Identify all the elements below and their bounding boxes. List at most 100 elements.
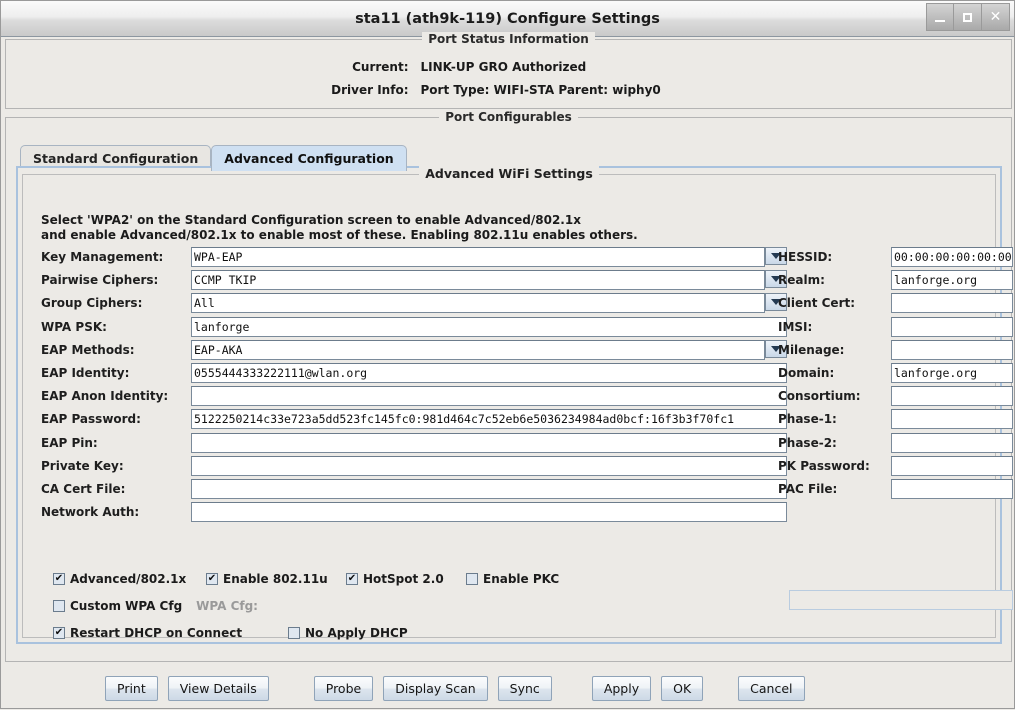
checkbox-enable-pkc[interactable]: Enable PKC xyxy=(466,572,559,586)
label-private-key: Private Key: xyxy=(41,458,124,473)
checkbox-box-enable-80211u[interactable] xyxy=(206,573,218,585)
view-details-button[interactable]: View Details xyxy=(167,676,269,701)
checkbox-advanced-8021x[interactable]: Advanced/802.1x xyxy=(53,572,206,586)
checkbox-box-no-apply-dhcp[interactable] xyxy=(288,627,300,639)
tab-standard-configuration-label: Standard Configuration xyxy=(33,151,199,166)
advanced-configuration-pane: Advanced WiFi Settings Select 'WPA2' on … xyxy=(16,166,1013,644)
checkbox-custom-wpa-cfg[interactable]: Custom WPA Cfg xyxy=(53,599,182,613)
minimize-button[interactable] xyxy=(926,3,954,31)
input-phase-2[interactable] xyxy=(891,432,1013,453)
label-key-management: Key Management: xyxy=(41,250,164,264)
label-eap-methods: EAP Methods: xyxy=(41,342,135,357)
input-realm[interactable]: lanforge.org xyxy=(891,270,1013,291)
advanced-wifi-settings-title-text: Advanced WiFi Settings xyxy=(419,166,599,181)
label-eap-password: EAP Password: xyxy=(41,412,141,427)
combo-value-pairwise-ciphers: CCMP TKIP xyxy=(191,270,765,291)
label-phase-1: Phase-1: xyxy=(778,412,837,427)
cancel-button[interactable]: Cancel xyxy=(738,676,805,701)
label-eap-anon-identity: EAP Anon Identity: xyxy=(41,389,169,404)
tab-advanced-configuration[interactable]: Advanced Configuration xyxy=(211,145,407,171)
driver-info-row: Driver Info: Port Type: WIFI-STA Parent:… xyxy=(6,83,1011,97)
input-pac-file[interactable] xyxy=(891,479,1013,499)
input-eap-password[interactable]: 5122250214c33e723a5dd523fc145fc0:981d464… xyxy=(191,409,787,430)
combo-group-ciphers[interactable]: All xyxy=(191,293,787,314)
label-hessid: HESSID: xyxy=(778,250,833,264)
port-configurables-panel: Port Configurables Standard Configuratio… xyxy=(5,110,1013,662)
label-ca-cert-file: CA Cert File: xyxy=(41,482,126,496)
checkbox-no-apply-dhcp[interactable]: No Apply DHCP xyxy=(288,626,408,640)
wpa-cfg-label: WPA Cfg: xyxy=(196,599,258,613)
checkbox-box-hotspot-20[interactable] xyxy=(346,573,358,585)
advanced-wifi-settings-title: Advanced WiFi Settings xyxy=(23,166,995,189)
instruction-note-line2: and enable Advanced/802.1x to enable mos… xyxy=(41,228,638,242)
window-controls: ✕ xyxy=(926,3,1010,31)
input-eap-identity[interactable]: 0555444333222111@wlan.org xyxy=(191,363,787,383)
display-scan-button[interactable]: Display Scan xyxy=(383,676,488,701)
label-pairwise-ciphers: Pairwise Ciphers: xyxy=(41,273,159,288)
label-group-ciphers: Group Ciphers: xyxy=(41,296,143,311)
checkbox-box-enable-pkc[interactable] xyxy=(466,573,478,585)
checkbox-label-advanced-8021x: Advanced/802.1x xyxy=(70,572,187,586)
apply-button[interactable]: Apply xyxy=(591,676,652,701)
tab-advanced-configuration-label: Advanced Configuration xyxy=(224,151,394,166)
port-configurables-title: Port Configurables xyxy=(6,110,1011,124)
configure-settings-window: sta11 (ath9k-119) Configure Settings ✕ P… xyxy=(0,0,1015,709)
label-phase-2: Phase-2: xyxy=(778,435,837,450)
label-milenage: Milenage: xyxy=(778,342,845,357)
maximize-button[interactable] xyxy=(954,3,982,31)
current-value: LINK-UP GRO Authorized xyxy=(420,60,587,74)
combo-pairwise-ciphers[interactable]: CCMP TKIP xyxy=(191,270,787,291)
instruction-note-line1: Select 'WPA2' on the Standard Configurat… xyxy=(41,213,581,227)
current-label: Current: xyxy=(352,60,409,74)
input-client-cert[interactable] xyxy=(891,293,1013,314)
input-pk-password[interactable] xyxy=(891,455,1013,476)
combo-value-eap-methods: EAP-AKA xyxy=(191,339,765,360)
input-network-auth[interactable] xyxy=(191,502,787,523)
advanced-wifi-settings-group: Advanced WiFi Settings Select 'WPA2' on … xyxy=(22,166,1013,640)
checkbox-box-custom-wpa-cfg[interactable] xyxy=(53,600,65,612)
input-eap-anon-identity[interactable] xyxy=(191,386,787,407)
checkbox-hotspot-20[interactable]: HotSpot 2.0 xyxy=(346,572,466,586)
input-imsi[interactable] xyxy=(891,316,1013,337)
checkbox-restart-dhcp-on-connect[interactable]: Restart DHCP on Connect xyxy=(53,626,288,640)
probe-button[interactable]: Probe xyxy=(313,676,374,701)
maximize-icon xyxy=(963,12,972,22)
combo-key-management[interactable]: WPA-EAP xyxy=(191,247,787,267)
close-button[interactable]: ✕ xyxy=(982,3,1010,31)
checkbox-enable-80211u[interactable]: Enable 802.11u xyxy=(206,572,346,586)
combo-eap-methods[interactable]: EAP-AKA xyxy=(191,339,787,360)
ok-button[interactable]: OK xyxy=(661,676,704,701)
input-consortium[interactable] xyxy=(891,386,1013,407)
input-phase-1[interactable] xyxy=(891,409,1013,430)
input-domain[interactable]: lanforge.org xyxy=(891,363,1013,383)
label-client-cert: Client Cert: xyxy=(778,296,856,311)
combo-value-group-ciphers: All xyxy=(191,293,765,314)
combo-value-key-management: WPA-EAP xyxy=(191,247,765,267)
port-status-panel: Port Status Information Current: LINK-UP… xyxy=(5,32,1012,109)
print-button[interactable]: Print xyxy=(105,676,158,701)
input-hessid[interactable]: 00:00:00:00:00:00 xyxy=(891,247,1013,267)
checkbox-label-custom-wpa-cfg: Custom WPA Cfg xyxy=(70,599,183,613)
port-configurables-title-text: Port Configurables xyxy=(439,110,578,124)
checkbox-label-hotspot-20: HotSpot 2.0 xyxy=(363,572,444,586)
input-ca-cert-file[interactable] xyxy=(191,479,787,499)
label-pk-password: PK Password: xyxy=(778,458,870,473)
checkbox-label-restart-dhcp-on-connect: Restart DHCP on Connect xyxy=(70,626,243,640)
checkbox-label-enable-80211u: Enable 802.11u xyxy=(223,572,328,586)
label-eap-pin: EAP Pin: xyxy=(41,435,98,450)
label-realm: Realm: xyxy=(778,273,825,288)
input-private-key[interactable] xyxy=(191,455,787,476)
checkbox-box-advanced-8021x[interactable] xyxy=(53,573,65,585)
port-status-title: Port Status Information xyxy=(6,32,1011,46)
sync-button[interactable]: Sync xyxy=(497,676,552,701)
wpa-cfg-input[interactable] xyxy=(789,590,1013,610)
input-wpa-psk[interactable]: lanforge xyxy=(191,316,787,337)
checkbox-box-restart-dhcp-on-connect[interactable] xyxy=(53,627,65,639)
driver-info-value: Port Type: WIFI-STA Parent: wiphy0 xyxy=(420,83,661,97)
checkbox-label-enable-pkc: Enable PKC xyxy=(483,572,560,586)
input-milenage[interactable] xyxy=(891,339,1013,360)
input-eap-pin[interactable] xyxy=(191,432,787,453)
instruction-note: Select 'WPA2' on the Standard Configurat… xyxy=(41,213,638,243)
minimize-icon xyxy=(935,20,945,22)
close-icon: ✕ xyxy=(989,9,1002,25)
